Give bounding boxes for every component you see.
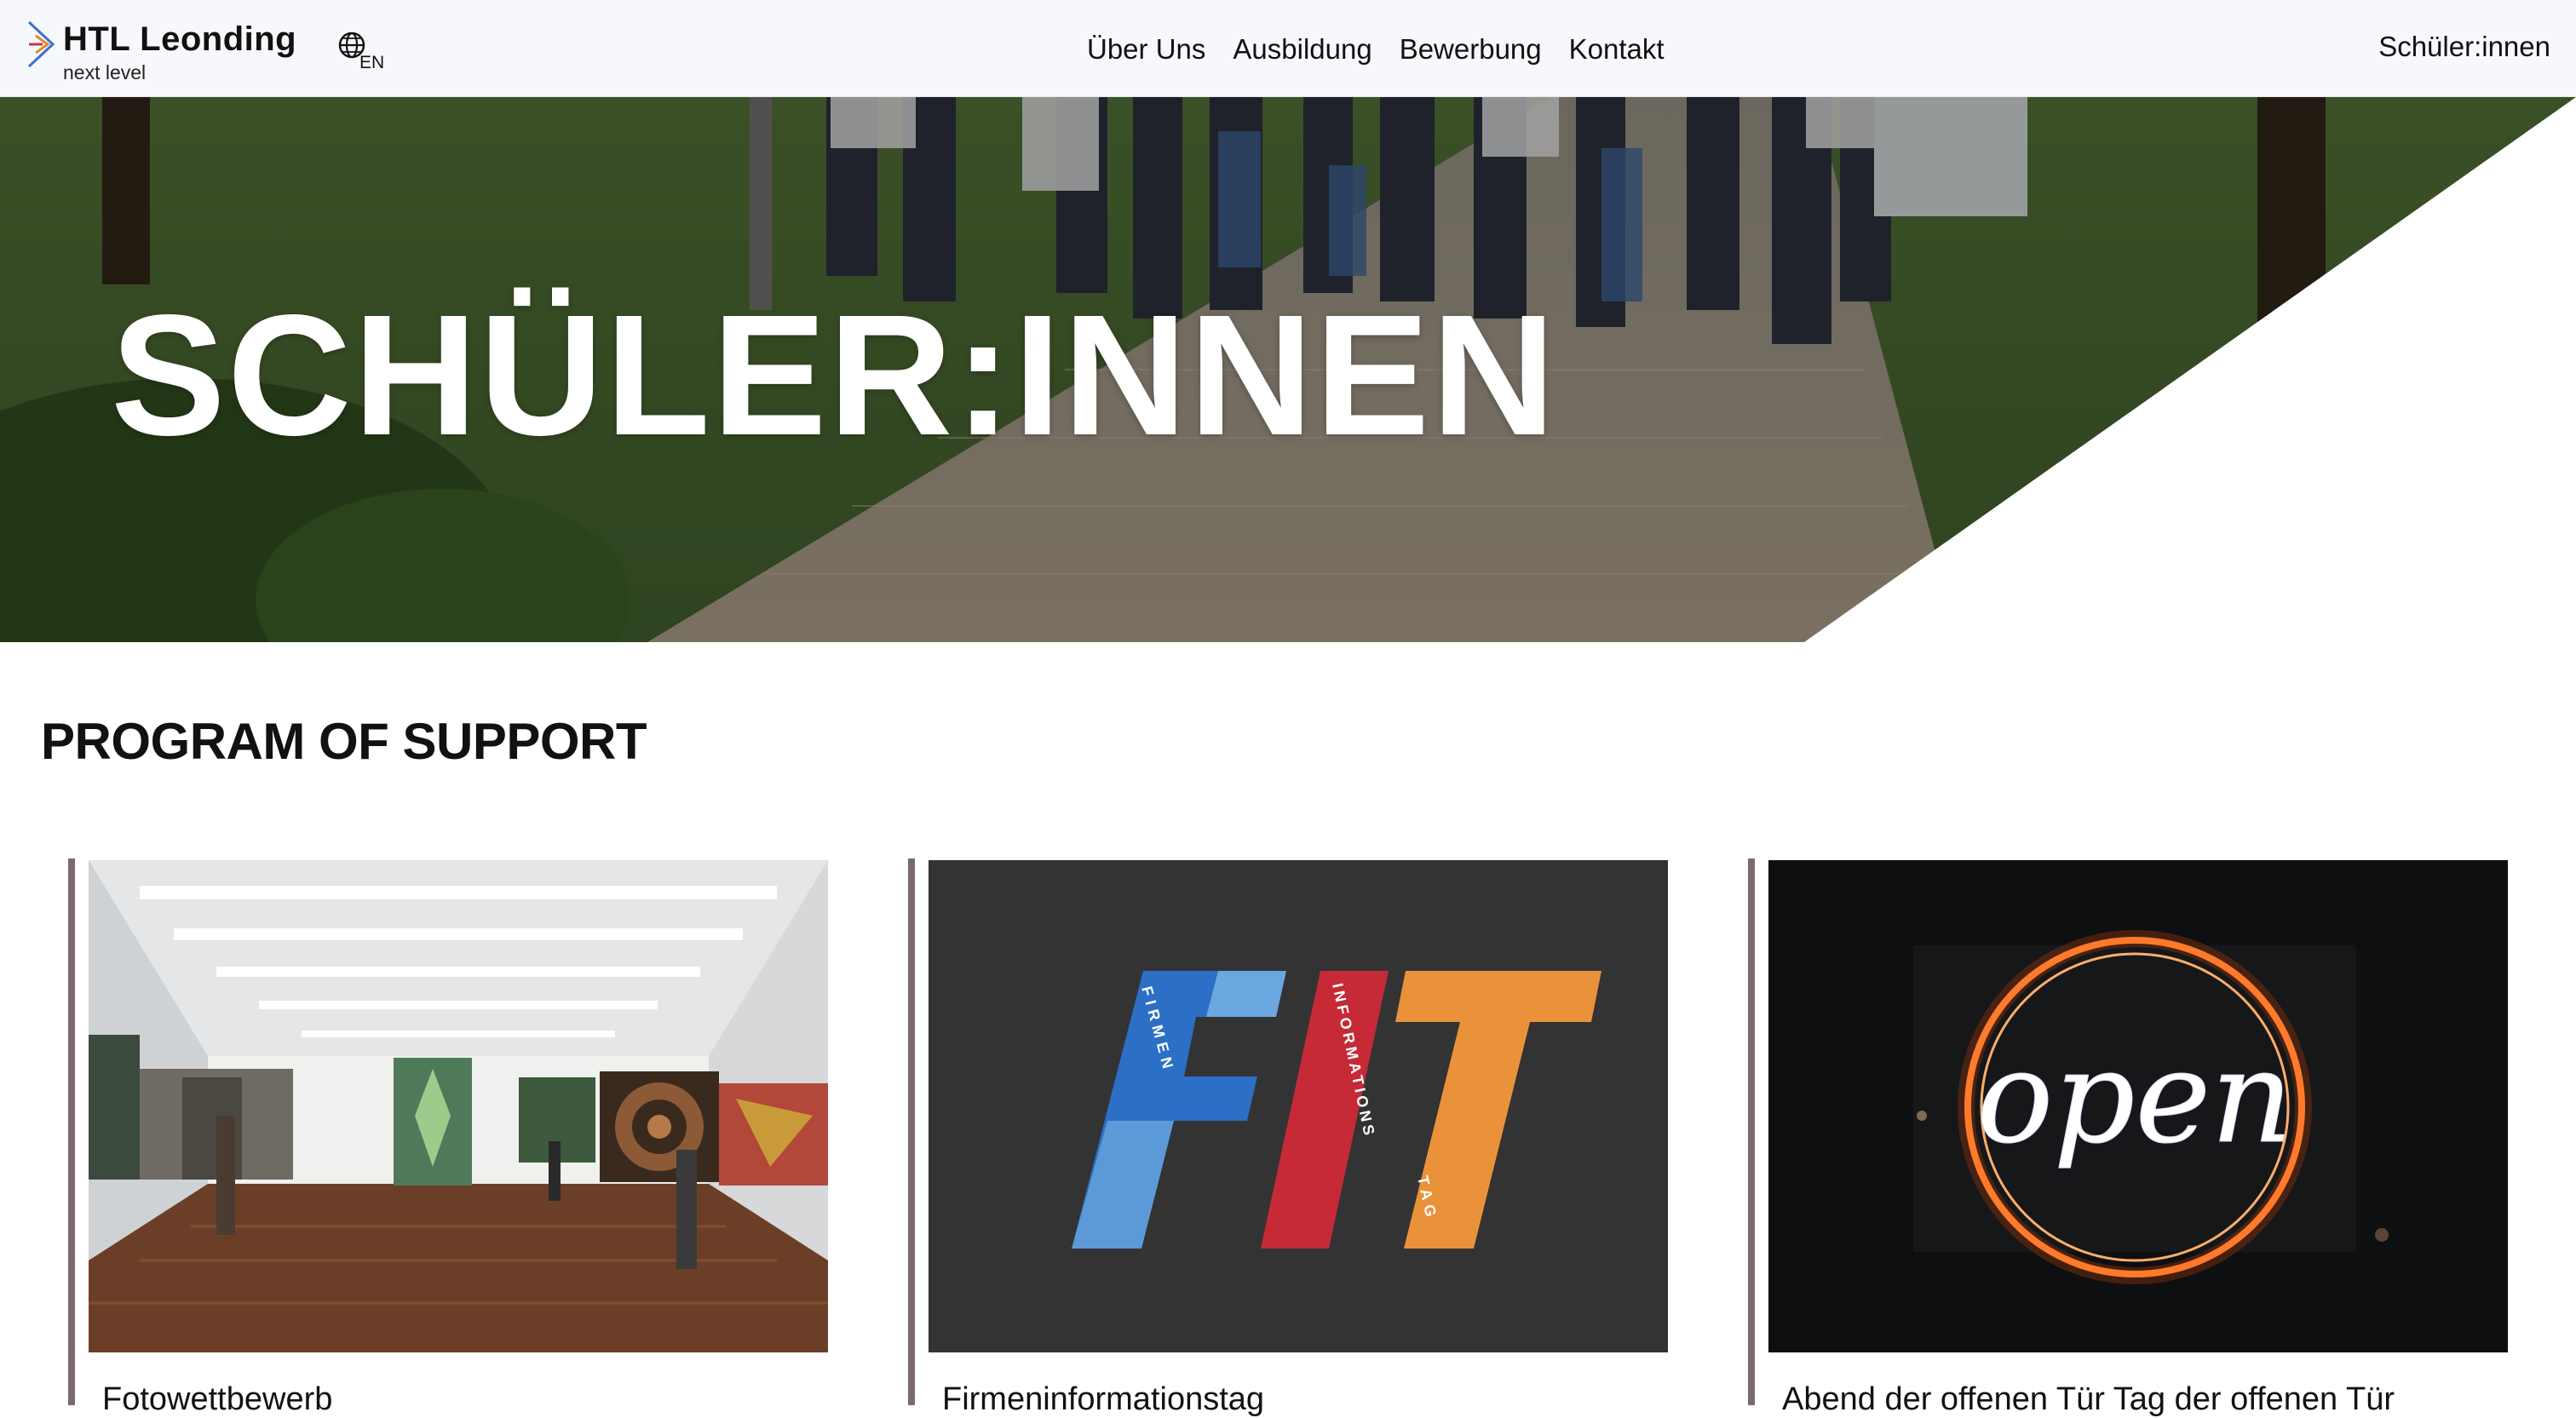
card-title: Abend der offenen Tür Tag der offenen Tü… xyxy=(1782,1381,2395,1417)
card-image-gallery xyxy=(89,860,828,1352)
neon-open-text: open xyxy=(1976,1024,2293,1172)
nav-item-ausbildung[interactable]: Ausbildung xyxy=(1233,33,1371,66)
nav-item-bewerbung[interactable]: Bewerbung xyxy=(1400,33,1542,66)
logo-arrow-icon xyxy=(27,20,55,68)
site-header: HTL Leonding next level EN Über Uns Ausb… xyxy=(0,0,2576,97)
card-title: Firmeninformationstag xyxy=(942,1381,1265,1417)
gallery-photo xyxy=(89,860,828,1352)
nav-item-schueler-innen[interactable]: Schüler:innen xyxy=(2378,31,2550,63)
card-accent-bar xyxy=(68,858,75,1405)
card-accent-bar xyxy=(908,858,915,1405)
card-accent-bar xyxy=(1748,858,1755,1405)
card-title: Fotowettbewerb xyxy=(102,1381,333,1417)
support-cards: Fotowettbewerb FIRMEN INFORMATIONS TAG F… xyxy=(0,858,2576,1417)
section-title: PROGRAM OF SUPPORT xyxy=(41,713,647,770)
language-label: EN xyxy=(359,53,385,72)
card-fotowettbewerb[interactable]: Fotowettbewerb xyxy=(68,858,828,1417)
language-switcher[interactable]: EN xyxy=(337,31,392,78)
logo-subtitle: next level xyxy=(63,61,147,83)
logo[interactable]: HTL Leonding next level xyxy=(24,17,331,85)
card-firmeninformationstag[interactable]: FIRMEN INFORMATIONS TAG Firmeninformatio… xyxy=(908,858,1668,1417)
hero-banner: SCHÜLER:INNEN xyxy=(0,97,2576,642)
card-image-fit-logo: FIRMEN INFORMATIONS TAG xyxy=(929,860,1668,1352)
logo-title: HTL Leonding xyxy=(63,20,297,58)
main-nav: Über Uns Ausbildung Bewerbung Kontakt xyxy=(1087,31,1665,68)
hero-title: SCHÜLER:INNEN xyxy=(111,278,1558,471)
card-tag-der-offenen-tuer[interactable]: open Abend der offenen Tür Tag der offen… xyxy=(1748,858,2508,1417)
nav-item-ueber-uns[interactable]: Über Uns xyxy=(1087,33,1205,66)
open-neon-sign: open xyxy=(1768,860,2508,1352)
card-image-open-sign: open xyxy=(1768,860,2508,1352)
fit-logo-image: FIRMEN INFORMATIONS TAG xyxy=(929,860,1668,1352)
nav-item-kontakt[interactable]: Kontakt xyxy=(1569,33,1665,66)
